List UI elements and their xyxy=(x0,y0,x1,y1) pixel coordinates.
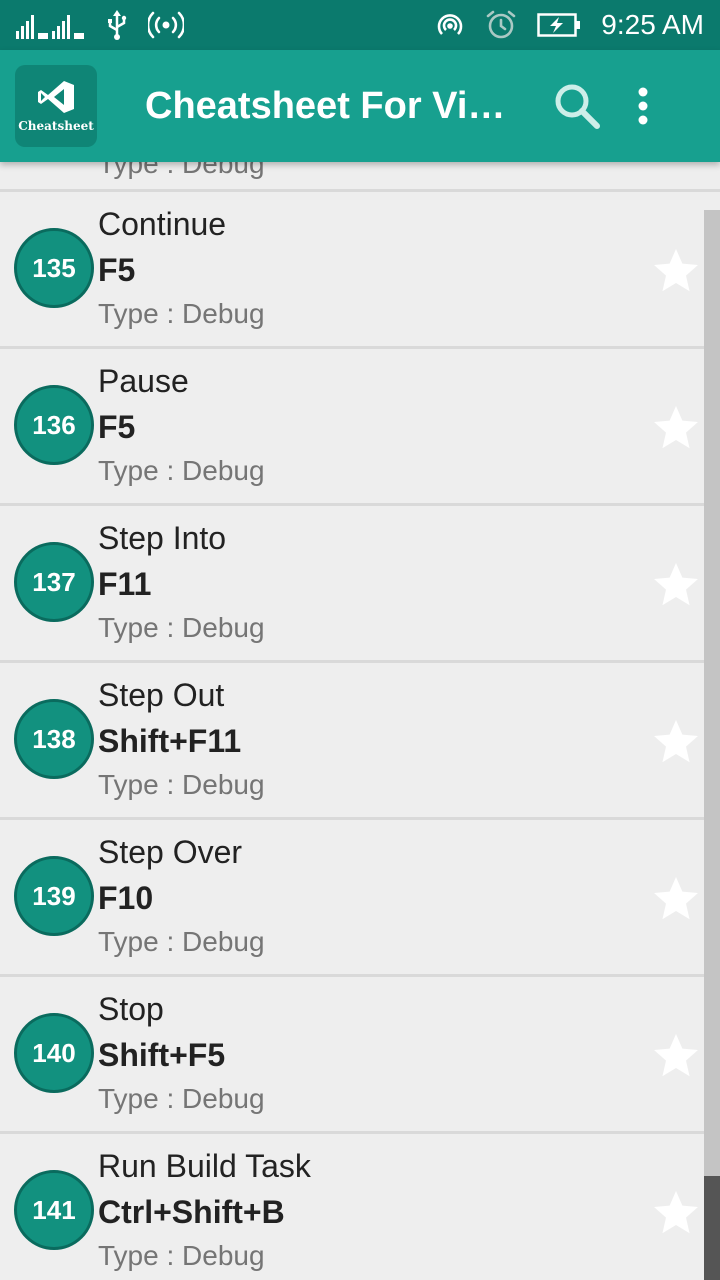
status-bar: 9:25 AM xyxy=(0,0,720,50)
item-title: Continue xyxy=(98,206,227,242)
alarm-icon xyxy=(485,9,517,41)
item-number-badge: 138 xyxy=(14,699,94,779)
item-shortcut: F10 xyxy=(98,880,154,916)
item-number-badge: 141 xyxy=(14,1170,94,1250)
item-type: Type : Debug xyxy=(98,455,265,486)
item-title: Stop xyxy=(98,991,164,1027)
item-title: Step Over xyxy=(98,834,243,870)
status-right: 9:25 AM xyxy=(435,9,704,41)
list-item-partial[interactable]: Type : Debug xyxy=(0,162,720,192)
item-number-badge: 140 xyxy=(14,1013,94,1093)
search-icon xyxy=(555,84,600,129)
list-item[interactable]: 138 Step Out Shift+F11 Type : Debug xyxy=(0,663,720,820)
app-title: Cheatsheet For Vis… xyxy=(145,84,525,127)
list-item[interactable]: 137 Step Into F11 Type : Debug xyxy=(0,506,720,663)
app-logo-text: Cheatsheet xyxy=(18,119,94,133)
list-item[interactable]: 136 Pause F5 Type : Debug xyxy=(0,349,720,506)
item-title: Run Build Task xyxy=(98,1148,311,1184)
favorite-star-icon[interactable] xyxy=(652,248,700,294)
favorite-star-icon[interactable] xyxy=(652,1033,700,1079)
vscode-logo-icon xyxy=(38,81,74,113)
item-shortcut: Ctrl+Shift+B xyxy=(98,1194,285,1230)
search-button[interactable] xyxy=(547,76,607,136)
battery-charging-icon xyxy=(537,13,581,37)
item-type: Type : Debug xyxy=(98,1083,265,1114)
status-left xyxy=(16,10,184,40)
favorite-star-icon[interactable] xyxy=(652,876,700,922)
list-item[interactable]: 141 Run Build Task Ctrl+Shift+B Type : D… xyxy=(0,1134,720,1280)
item-number-badge: 139 xyxy=(14,856,94,936)
item-shortcut: Shift+F11 xyxy=(98,723,242,759)
item-type: Type : Debug xyxy=(98,769,265,800)
item-shortcut: Shift+F5 xyxy=(98,1037,226,1073)
list-item[interactable]: 139 Step Over F10 Type : Debug xyxy=(0,820,720,977)
item-shortcut: F5 xyxy=(98,252,136,288)
wifi-hotspot-icon xyxy=(435,10,465,40)
item-title: Step Out xyxy=(98,677,225,713)
item-title: Step Into xyxy=(98,520,227,556)
more-vert-icon xyxy=(638,87,648,125)
item-number-badge: 136 xyxy=(14,385,94,465)
signal-icon xyxy=(16,11,86,39)
item-shortcut: F5 xyxy=(98,409,136,445)
item-title: Pause xyxy=(98,363,189,399)
more-options-button[interactable] xyxy=(613,76,673,136)
favorite-star-icon[interactable] xyxy=(652,562,700,608)
item-number-badge: 137 xyxy=(14,542,94,622)
app-logo: Cheatsheet xyxy=(15,65,97,147)
item-type: Type : Debug xyxy=(98,1240,265,1271)
item-type: Type : Debug xyxy=(98,162,265,179)
item-type: Type : Debug xyxy=(98,298,265,329)
item-type: Type : Debug xyxy=(98,926,265,957)
scrollbar-track[interactable] xyxy=(704,210,720,1280)
item-number-badge: 135 xyxy=(14,228,94,308)
scrollbar-thumb[interactable] xyxy=(704,1176,720,1280)
list-item[interactable]: 140 Stop Shift+F5 Type : Debug xyxy=(0,977,720,1134)
list-item[interactable]: 135 Continue F5 Type : Debug xyxy=(0,192,720,349)
item-type: Type : Debug xyxy=(98,612,265,643)
favorite-star-icon[interactable] xyxy=(652,1190,700,1236)
favorite-star-icon[interactable] xyxy=(652,719,700,765)
favorite-star-icon[interactable] xyxy=(652,405,700,451)
app-bar: Cheatsheet Cheatsheet For Vis… xyxy=(0,50,720,162)
item-shortcut: F11 xyxy=(98,566,152,602)
status-time: 9:25 AM xyxy=(601,9,704,40)
shortcut-list[interactable]: Type : Debug 135 Continue F5 Type : Debu… xyxy=(0,162,720,1280)
usb-icon xyxy=(106,10,128,40)
hotspot-icon xyxy=(148,11,184,39)
